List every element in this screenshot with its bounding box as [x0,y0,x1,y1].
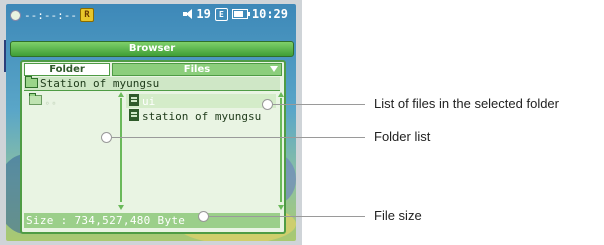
tab-files-label: Files [183,64,211,75]
file-list[interactable]: ui station of myungsu [126,92,276,210]
file-icon [129,94,139,106]
file-item[interactable]: station of myungsu [126,109,276,123]
callout-folders-label: Folder list [374,129,431,144]
scroll-down-arrow-icon[interactable] [118,205,124,210]
file-item-selected[interactable]: ui [126,94,276,108]
callout-files-label: List of files in the selected folder [374,96,559,111]
repeat-mode-icon: R [79,8,94,22]
folder-icon [29,93,42,105]
file-item-label: station of myungsu [142,110,262,123]
current-path-text: Station of myungsu [40,77,160,90]
scroll-up-arrow-icon[interactable] [118,92,124,97]
browser-panel: Folder Files Station of myungsu .. ui st… [20,60,286,234]
status-right: 19 E 10:29 [183,7,288,21]
file-scrollbar[interactable] [278,92,284,210]
folder-item-label: .. [44,94,58,107]
player-screen: --:--:-- R 19 E 10:29 Browser Folder Fil… [6,4,296,241]
volume-icon [183,9,193,19]
callout-marker-files [262,99,273,110]
battery-icon [231,9,250,19]
scroll-track[interactable] [120,98,122,202]
disc-icon [10,9,21,21]
callout-line-folders [112,137,365,138]
tab-files[interactable]: Files [112,63,282,76]
current-folder-path: Station of myungsu [24,76,280,91]
callout-size-label: File size [374,208,422,223]
dropdown-arrow-icon[interactable] [270,66,278,72]
callout-line-files [273,104,365,105]
callout-line-size [209,216,365,217]
status-bar: --:--:-- R 19 E 10:29 [6,4,296,26]
battery-level [233,11,243,17]
folder-item-parent[interactable]: .. [28,93,58,107]
tab-folder[interactable]: Folder [24,63,110,76]
callout-marker-folders [101,132,112,143]
scroll-up-arrow-icon[interactable] [278,92,284,97]
callout-marker-size [198,211,209,222]
file-item-label: ui [142,95,156,108]
folder-open-icon [25,76,38,88]
track-number: 19 [196,7,211,21]
clock: 10:29 [251,7,288,21]
scroll-track[interactable] [280,98,282,202]
status-left: --:--:-- R [10,8,94,22]
eq-icon: E [214,7,228,21]
folder-scrollbar[interactable] [118,92,124,210]
folder-list[interactable]: .. [24,92,116,210]
file-icon [129,109,139,121]
device-screenshot-frame: --:--:-- R 19 E 10:29 Browser Folder Fil… [0,0,302,245]
scroll-down-arrow-icon[interactable] [278,205,284,210]
window-title: Browser [10,41,294,57]
elapsed-time: --:--:-- [24,8,77,22]
tab-row: Folder Files [22,62,284,76]
